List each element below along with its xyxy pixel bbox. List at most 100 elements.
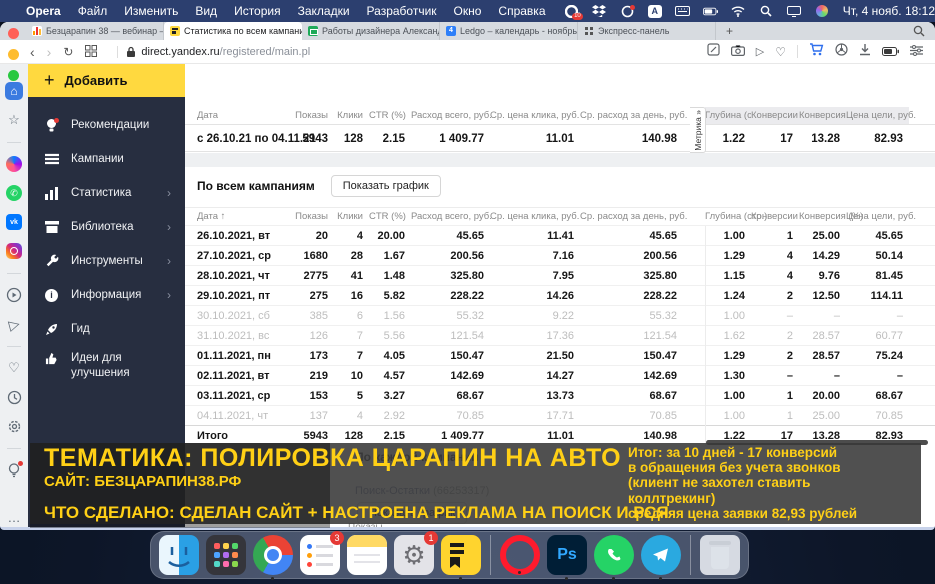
summary-header-value[interactable]: Глубина (стр.) <box>705 107 751 124</box>
summary-header-value[interactable]: Показы <box>269 110 334 121</box>
dock-launchpad-icon[interactable] <box>206 535 246 575</box>
my-flow-icon[interactable]: ▷ <box>756 45 764 58</box>
menu-opera[interactable]: Opera <box>26 4 61 18</box>
column-header-value[interactable]: Глубина (стр.) <box>705 211 751 222</box>
column-header-date[interactable]: Дата ↑ <box>185 211 269 222</box>
sidebar-item-information[interactable]: i Информация › <box>28 278 185 312</box>
column-header-value[interactable]: Ср. цена клика, руб. <box>490 211 580 222</box>
screen-record-icon[interactable] <box>620 5 635 18</box>
tab-search-icon[interactable] <box>913 22 935 40</box>
sidebar-item-library[interactable]: Библиотека › <box>28 210 185 244</box>
summary-header-date[interactable]: Дата <box>185 110 269 121</box>
add-campaign-button[interactable]: + Добавить <box>28 64 185 97</box>
zoom-window-button[interactable] <box>8 70 19 81</box>
dock-notes-icon[interactable] <box>347 535 387 575</box>
summary-header-value[interactable]: Расход всего, руб. <box>411 110 490 121</box>
favorites-heart-icon[interactable]: ♡ <box>5 359 23 377</box>
show-chart-button[interactable]: Показать график <box>331 175 441 197</box>
close-window-button[interactable] <box>8 28 19 39</box>
column-header-value[interactable]: Ср. расход за день, руб. <box>580 211 683 222</box>
bookmarks-star-icon[interactable]: ☆ <box>5 111 23 129</box>
battery-saver-icon[interactable] <box>882 43 899 61</box>
my-flow-send-icon[interactable]: ▷ <box>3 313 25 335</box>
color-profile-icon[interactable] <box>815 5 830 18</box>
sidebar-item-guide[interactable]: Гид <box>28 312 185 346</box>
summary-header-value[interactable]: Конверсии <box>751 107 799 124</box>
menu-view[interactable]: Вид <box>195 4 217 18</box>
dock-telegram-icon[interactable] <box>641 535 681 575</box>
camera-icon[interactable] <box>731 43 745 61</box>
address-bar[interactable]: direct.yandex.ru/registered/main.pl <box>126 46 706 58</box>
new-tab-button[interactable]: + <box>716 22 743 40</box>
dock-reminders-icon[interactable]: 3 <box>300 535 340 575</box>
dropbox-icon[interactable] <box>592 5 607 18</box>
ideas-bulb-icon[interactable] <box>5 461 23 479</box>
minimize-window-button[interactable] <box>8 49 19 60</box>
history-clock-icon[interactable] <box>5 388 23 406</box>
snapshot-icon[interactable] <box>707 43 720 61</box>
reload-button[interactable]: ↻ <box>63 46 73 58</box>
metrika-side-tab[interactable]: Метрика » <box>690 107 706 153</box>
tab-ledgo-calendar[interactable]: 4 Ledgo – календарь - ноябрь 2 <box>440 22 578 40</box>
summary-header-value[interactable]: Клики <box>334 110 369 121</box>
player-icon[interactable] <box>5 286 23 304</box>
wifi-icon[interactable] <box>731 5 746 18</box>
summary-header-value[interactable]: Ср. цена клика, руб. <box>490 110 580 121</box>
summary-header-value[interactable]: Конверсия (%) <box>799 107 846 124</box>
messenger-icon[interactable] <box>5 155 23 173</box>
dock-opera-icon[interactable] <box>500 535 540 575</box>
column-header-value[interactable]: Клики <box>334 211 369 222</box>
downloads-icon[interactable] <box>859 43 871 61</box>
column-header-value[interactable]: Показы <box>269 211 334 222</box>
extensions-grid-icon[interactable] <box>85 45 97 59</box>
back-button[interactable]: ‹ <box>30 45 35 59</box>
whatsapp-icon[interactable]: ✆ <box>5 184 23 202</box>
sidebar-item-campaigns[interactable]: Кампании <box>28 142 185 176</box>
sidebar-item-ideas[interactable]: Идеи для улучшения <box>28 346 185 390</box>
column-header-value[interactable]: Конверсия (%) <box>799 211 846 222</box>
vk-icon[interactable]: vk <box>5 213 23 231</box>
column-header-value[interactable]: Расход всего, руб. <box>411 211 490 222</box>
sidebar-more-icon[interactable]: … <box>5 508 23 526</box>
dock-yandex-direct-icon[interactable] <box>441 535 481 575</box>
display-icon[interactable] <box>787 5 802 18</box>
menu-file[interactable]: Файл <box>78 4 108 18</box>
dock-trash-icon[interactable] <box>700 535 740 575</box>
easy-setup-wheel-icon[interactable] <box>835 43 848 61</box>
menu-history[interactable]: История <box>234 4 281 18</box>
instagram-icon[interactable] <box>5 242 23 260</box>
dock-settings-icon[interactable]: ⚙ 1 <box>394 535 434 575</box>
summary-header-value[interactable]: Цена цели, руб. <box>846 107 909 124</box>
spotlight-search-icon[interactable] <box>759 5 774 18</box>
sidebar-item-statistics[interactable]: Статистика › <box>28 176 185 210</box>
tab-statistics-active[interactable]: Статистика по всем кампани <box>164 22 302 40</box>
summary-header-value[interactable]: Ср. расход за день, руб. <box>580 110 683 121</box>
column-header-value[interactable]: Конверсии <box>751 211 799 222</box>
battery-icon[interactable] <box>703 5 718 18</box>
menu-help[interactable]: Справка <box>498 4 545 18</box>
dock-photoshop-icon[interactable]: Ps <box>547 535 587 575</box>
column-header-value[interactable]: CTR (%) <box>369 211 411 222</box>
sidebar-item-tools[interactable]: Инструменты › <box>28 244 185 278</box>
menu-bookmarks[interactable]: Закладки <box>298 4 350 18</box>
tab-speed-dial[interactable]: Экспресс-панель <box>578 22 716 40</box>
bookmark-heart-icon[interactable]: ♡ <box>775 45 786 59</box>
tab-designer-works[interactable]: Работы дизайнера Александ <box>302 22 440 40</box>
tab-bezcarapin-webinar[interactable]: Безцарапин 38 — вебинар — <box>26 22 164 40</box>
menu-edit[interactable]: Изменить <box>124 4 178 18</box>
opera-status-icon[interactable]: 10 <box>564 5 579 18</box>
input-source-icon[interactable]: А <box>648 5 662 18</box>
forward-button[interactable]: › <box>47 45 52 59</box>
dock-finder-icon[interactable] <box>159 535 199 575</box>
dock-chrome-icon[interactable] <box>253 535 293 575</box>
dock-whatsapp-icon[interactable] <box>594 535 634 575</box>
settings-gear-icon[interactable] <box>5 417 23 435</box>
menu-window[interactable]: Окно <box>454 4 482 18</box>
sidebar-item-recommendations[interactable]: Рекомендации <box>28 108 185 142</box>
shopping-cart-icon[interactable] <box>809 43 824 61</box>
sidebar-settings-icon[interactable] <box>910 43 923 61</box>
keyboard-icon[interactable] <box>675 5 690 18</box>
column-header-value[interactable]: Цена цели, руб. <box>846 211 909 222</box>
menu-developer[interactable]: Разработчик <box>367 4 437 18</box>
menubar-clock[interactable]: Чт, 4 нояб. 18:12 <box>843 4 935 18</box>
